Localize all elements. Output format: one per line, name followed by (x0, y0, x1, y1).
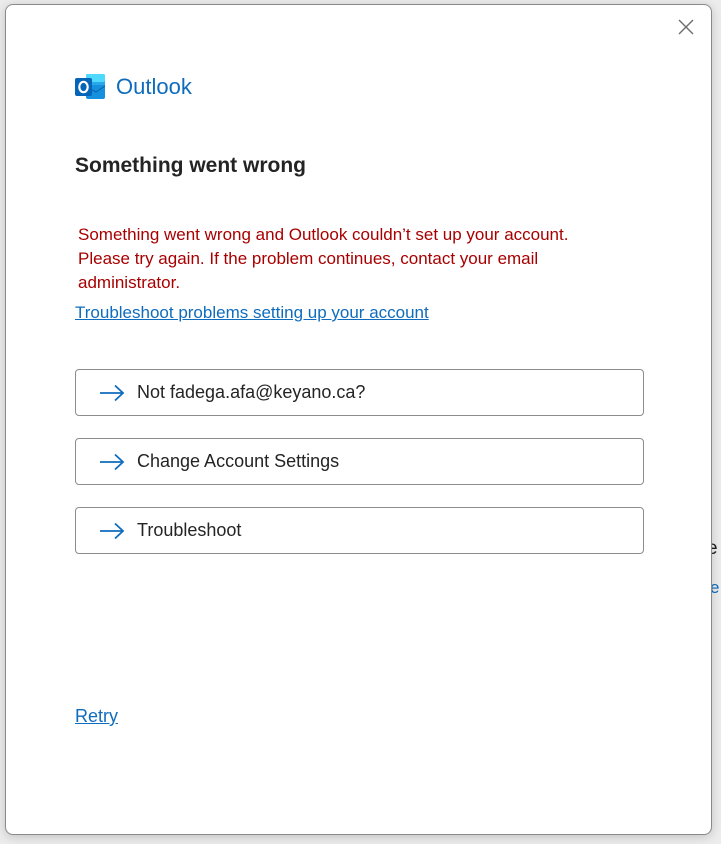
outlook-brand: Outlook (74, 72, 192, 102)
option-label: Troubleshoot (137, 520, 242, 540)
close-button[interactable] (673, 14, 699, 40)
change-account-settings-button[interactable]: Change Account Settings (75, 438, 644, 485)
arrow-right-icon (99, 384, 125, 402)
arrow-right-icon (99, 453, 125, 471)
option-label: Change Account Settings (137, 451, 340, 471)
account-setup-dialog: Outlook Something went wrong Something w… (5, 4, 712, 835)
option-label: Not fadega.afa@keyano.ca? (137, 382, 366, 402)
not-this-account-button[interactable]: Not fadega.afa@keyano.ca? (75, 369, 644, 416)
outlook-logo-icon (75, 74, 106, 99)
troubleshoot-button[interactable]: Troubleshoot (75, 507, 644, 554)
retry-link[interactable]: Retry (75, 706, 118, 727)
error-message: Something went wrong and Outlook couldn’… (78, 225, 569, 292)
dialog-title: Something went wrong (75, 154, 306, 177)
troubleshoot-setup-link[interactable]: Troubleshoot problems setting up your ac… (75, 303, 429, 323)
arrow-right-icon (99, 522, 125, 540)
app-name: Outlook (116, 74, 192, 99)
close-icon (678, 19, 694, 35)
